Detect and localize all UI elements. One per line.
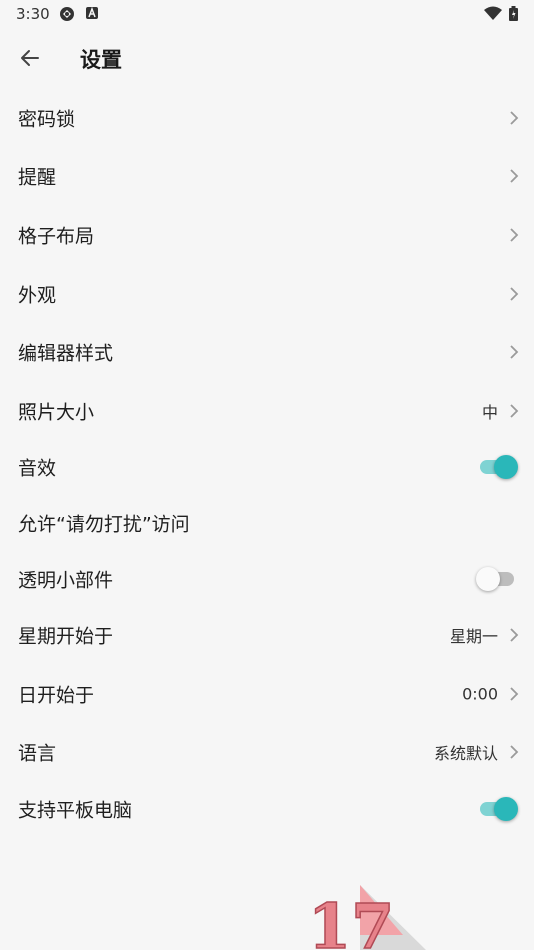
watermark-text: 17 (308, 890, 394, 950)
setting-editor-style[interactable]: 编辑器样式 (0, 324, 534, 380)
status-time: 3:30 (16, 5, 50, 23)
setting-label: 日开始于 (18, 684, 95, 707)
setting-reminder[interactable]: 提醒 (0, 148, 534, 204)
setting-sound-effects[interactable]: 音效 (0, 439, 534, 495)
arrow-left-icon (21, 50, 39, 66)
setting-grid-layout[interactable]: 格子布局 (0, 207, 534, 263)
sync-icon (60, 7, 74, 21)
status-bar: 3:30 (0, 0, 534, 28)
setting-label: 透明小部件 (18, 569, 114, 592)
setting-label: 格子布局 (18, 225, 95, 248)
setting-label: 照片大小 (18, 401, 95, 424)
app-bar: 设置 (0, 28, 534, 88)
sound-effects-toggle[interactable] (478, 454, 518, 480)
a-badge-icon (86, 6, 98, 19)
setting-language[interactable]: 语言 系统默认 (0, 724, 534, 780)
chevron-right-icon (510, 345, 519, 359)
watermark-logo: 17 (308, 885, 426, 950)
toggle-thumb (494, 455, 518, 479)
chevron-right-icon (510, 687, 519, 701)
battery-icon (509, 6, 518, 21)
setting-label: 音效 (18, 457, 57, 480)
back-button[interactable] (12, 40, 48, 76)
setting-appearance[interactable]: 外观 (0, 266, 534, 322)
chevron-right-icon (510, 628, 519, 642)
setting-day-start[interactable]: 日开始于 0:00 (0, 666, 534, 722)
chevron-right-icon (510, 228, 519, 242)
wifi-icon (484, 6, 502, 20)
setting-label: 星期开始于 (18, 625, 114, 648)
setting-label: 支持平板电脑 (18, 799, 133, 822)
setting-label: 语言 (18, 742, 57, 765)
tablet-support-toggle[interactable] (478, 796, 518, 822)
setting-label: 编辑器样式 (18, 342, 114, 365)
setting-week-start[interactable]: 星期开始于 星期一 (0, 607, 534, 663)
toggle-thumb (494, 797, 518, 821)
setting-passcode[interactable]: 密码锁 (0, 90, 534, 146)
setting-dnd-access[interactable]: 允许“请勿打扰”访问 (0, 495, 534, 551)
setting-value: 星期一 (449, 627, 498, 646)
setting-photo-size[interactable]: 照片大小 中 (0, 383, 534, 439)
transparent-widget-toggle[interactable] (476, 566, 518, 592)
settings-screen: 3:30 设置 密码锁 提醒 格子布局 外观 编辑器样式 照片大小 中 音效 允… (0, 0, 534, 950)
setting-label: 密码锁 (18, 108, 76, 131)
chevron-right-icon (510, 169, 519, 183)
setting-label: 提醒 (18, 166, 57, 189)
setting-value: 系统默认 (433, 744, 498, 763)
chevron-right-icon (510, 111, 519, 125)
page-title: 设置 (80, 48, 122, 72)
setting-value: 0:00 (462, 684, 498, 704)
chevron-right-icon (510, 287, 519, 301)
toggle-thumb (476, 567, 500, 591)
setting-label: 允许“请勿打扰”访问 (18, 513, 190, 536)
chevron-right-icon (510, 745, 519, 759)
setting-transparent-widget[interactable]: 透明小部件 (0, 551, 534, 607)
setting-tablet-support[interactable]: 支持平板电脑 (0, 781, 534, 837)
setting-value: 中 (481, 403, 498, 422)
setting-label: 外观 (18, 284, 57, 307)
chevron-right-icon (510, 404, 519, 418)
